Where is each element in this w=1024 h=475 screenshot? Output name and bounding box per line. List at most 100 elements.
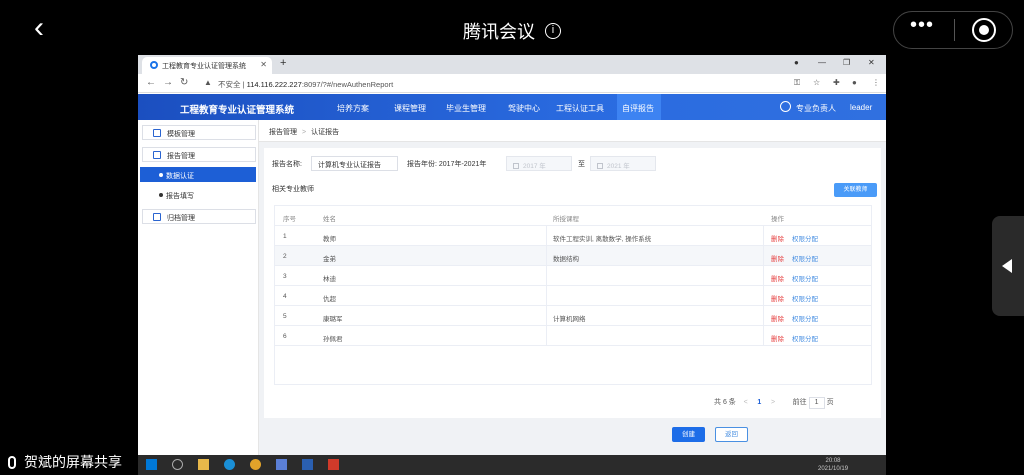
sidebar-group-template[interactable]: 模板管理 [142,125,256,140]
nav-self-evaluation-report[interactable]: 自评报告 [622,103,654,114]
column-divider [546,286,547,306]
delete-link[interactable]: 删除 [771,296,784,303]
reload-icon[interactable]: ↻ [180,77,188,88]
record-icon[interactable] [972,18,996,42]
file-explorer-icon[interactable] [198,459,209,470]
cell-name: 康璐军 [323,316,343,323]
cell-op: 删除 权限分配 [771,313,818,323]
tab-title: 工程教育专业认证管理系统 [162,63,246,70]
sidebar-item-data-certification[interactable]: 数据认证 [140,167,256,182]
minimize-icon[interactable]: — [818,58,826,67]
delete-link[interactable]: 删除 [771,276,784,283]
cell-course: 计算机网络 [553,316,586,323]
warning-icon[interactable]: ▲ [204,78,212,87]
browser-tab[interactable]: 工程教育专业认证管理系统 ✕ [142,57,272,74]
end-year-value: 2021 年 [607,163,630,170]
permission-link[interactable]: 权限分配 [792,236,818,243]
header-op: 操作 [771,216,784,223]
column-divider [763,226,764,246]
clock[interactable]: 20:08 2021/10/19 [818,457,848,473]
browser-window: 工程教育专业认证管理系统 ✕ + ● — ❐ ✕ ← → ↻ ▲ 不安全 | 1… [138,55,886,455]
cell-no: 2 [283,253,287,260]
url-host: 114.116.222.227 [246,80,302,89]
chrome-icon[interactable] [250,459,261,470]
start-year-picker[interactable]: 2017 年 [506,156,572,171]
new-tab-icon[interactable]: + [280,57,286,69]
app-icon[interactable] [302,459,313,470]
breadcrumb-parent[interactable]: 报告管理 [269,129,297,136]
pager-goto-label: 前往 [792,399,807,406]
permission-link[interactable]: 权限分配 [792,256,818,263]
cell-name: 孙佩君 [323,336,343,343]
cell-name: 教师 [323,236,336,243]
table-row: 4 仇超 删除 权限分配 [275,286,871,306]
profile-icon[interactable]: ● [794,58,799,67]
wps-icon[interactable] [328,459,339,470]
back-button[interactable]: 返回 [715,427,748,442]
security-label: 不安全 [218,80,241,89]
sidebar-item-report-fill[interactable]: 报告填写 [140,187,256,202]
header-no: 序号 [283,216,296,223]
maximize-icon[interactable]: ❐ [843,58,850,67]
delete-link[interactable]: 删除 [771,316,784,323]
extension-icon[interactable]: ✚ [833,78,840,87]
pager-prev-icon[interactable]: < [744,399,748,406]
permission-link[interactable]: 权限分配 [792,296,818,303]
sidebar-item-label: 数据认证 [166,173,194,180]
calendar-icon [597,163,603,169]
table-row: 3 林迪 删除 权限分配 [275,266,871,286]
pager-current-page[interactable]: 1 [757,399,761,406]
report-name-input[interactable]: 计算机专业认证报告 [311,156,398,171]
url-field[interactable]: 不安全 | 114.116.222.227:8097/?#/newAuthenR… [218,79,393,90]
create-button[interactable]: 创建 [672,427,705,442]
header-name: 姓名 [323,216,336,223]
app-title: 工程教育专业认证管理系统 [180,105,295,116]
menu-icon[interactable]: ⋮ [872,78,880,87]
side-panel-toggle-icon[interactable] [992,216,1024,316]
pagination: 共 6 条 < 1 > 前往 1 页 [714,397,834,409]
cell-course: 数据结构 [553,256,579,263]
nav-course-management[interactable]: 课程管理 [394,103,426,114]
nav-cockpit[interactable]: 驾驶中心 [508,103,540,114]
delete-link[interactable]: 删除 [771,336,784,343]
sidebar-group-archive[interactable]: 归档管理 [142,209,256,224]
edge-icon[interactable] [224,459,235,470]
windows-start-icon[interactable] [146,459,157,470]
user-name[interactable]: leader [850,103,872,112]
search-icon[interactable] [172,459,183,470]
back-icon[interactable]: ← [146,77,156,88]
teachers-section-label: 相关专业教师 [272,186,314,193]
tab-close-icon[interactable]: ✕ [260,60,267,69]
cell-no: 6 [283,333,287,340]
nav-training-plan[interactable]: 培养方案 [337,103,369,114]
pager-next-icon[interactable]: > [771,399,775,406]
main-content: 报告管理 > 认证报告 报告名称: 计算机专业认证报告 报告年份: 2017年-20… [259,120,886,455]
associate-teacher-button[interactable]: 关联教师 [834,183,877,197]
forward-icon[interactable]: → [163,77,173,88]
cell-op: 删除 权限分配 [771,273,818,283]
nav-certification-tools[interactable]: 工程认证工具 [556,103,604,114]
info-icon[interactable]: i [545,23,561,39]
more-icon[interactable]: ••• [910,14,934,37]
sidebar-group-report[interactable]: 报告管理 [142,147,256,162]
report-year-label: 报告年份: 2017年-2021年 [407,161,487,168]
account-icon[interactable]: ● [852,78,857,87]
app-icon[interactable] [276,459,287,470]
delete-link[interactable]: 删除 [771,236,784,243]
window-close-icon[interactable]: ✕ [868,58,875,67]
table-row: 1 教师 软件工程实训, 离散数学, 操作系统 删除 权限分配 [275,226,871,246]
address-bar: ← → ↻ ▲ 不安全 | 114.116.222.227:8097/?#/ne… [138,74,886,93]
star-icon[interactable]: ☆ [813,78,820,87]
os-taskbar: 20:08 2021/10/19 [138,455,886,475]
permission-link[interactable]: 权限分配 [792,276,818,283]
permission-link[interactable]: 权限分配 [792,336,818,343]
delete-link[interactable]: 删除 [771,256,784,263]
microphone-icon[interactable] [8,456,16,469]
permission-link[interactable]: 权限分配 [792,316,818,323]
user-icon[interactable] [780,101,791,112]
key-icon[interactable]: ⚿ [794,78,800,88]
column-divider [763,306,764,326]
nav-graduate-management[interactable]: 毕业生管理 [446,103,486,114]
pager-goto-input[interactable]: 1 [808,397,825,409]
end-year-picker[interactable]: 2021 年 [590,156,656,171]
